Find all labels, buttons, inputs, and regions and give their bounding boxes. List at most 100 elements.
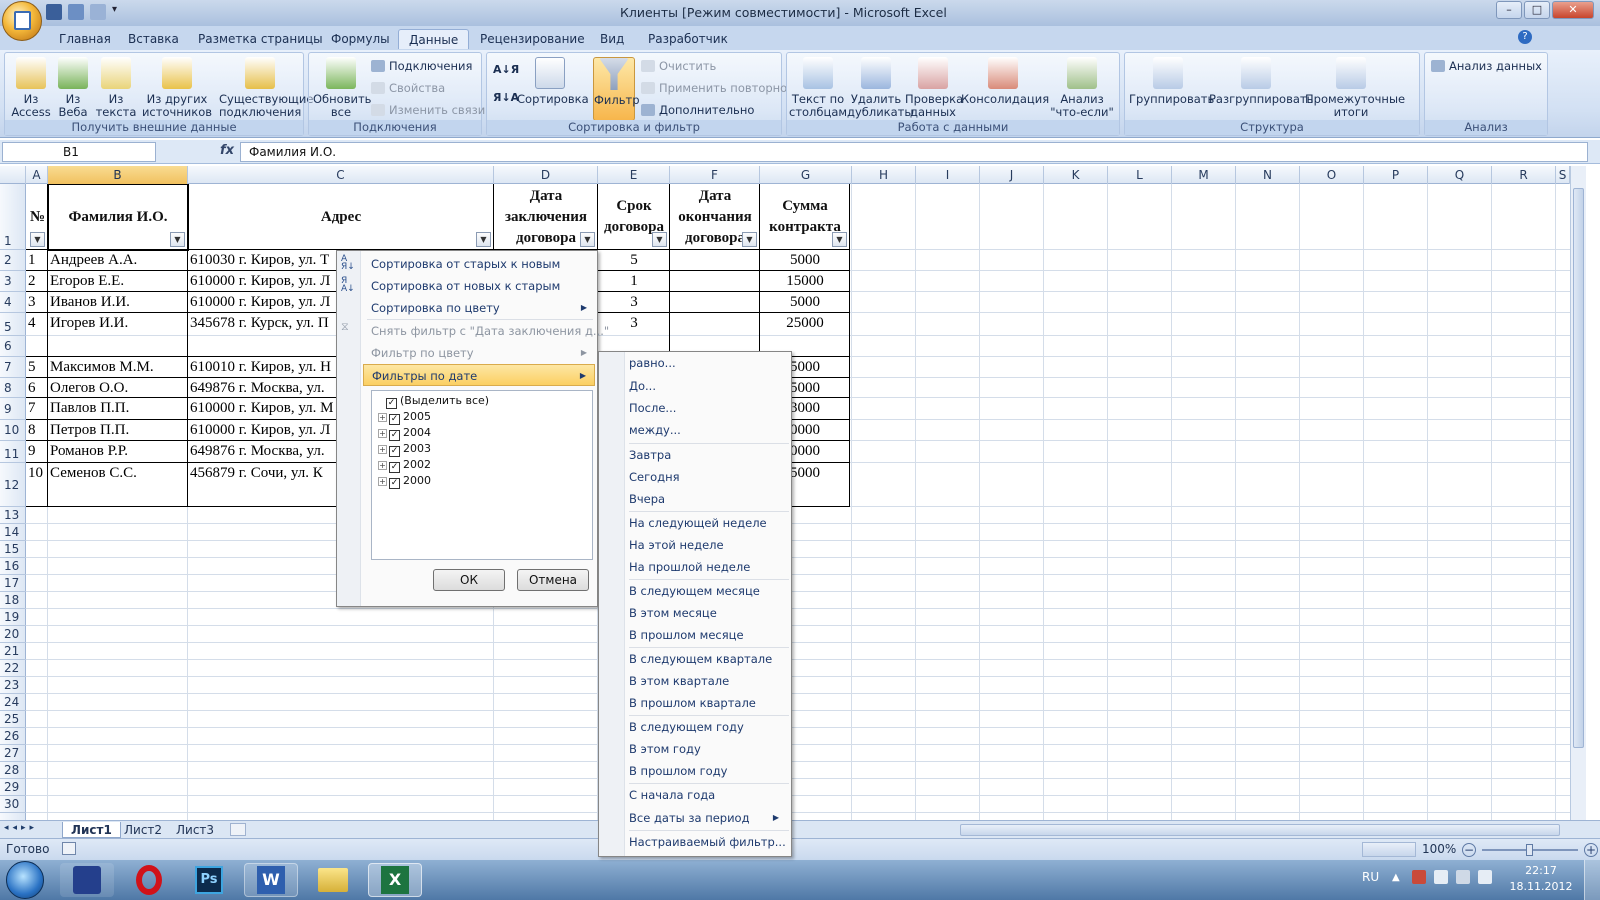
cell-name[interactable]: Андреев А.А. (50, 252, 137, 269)
column-header[interactable]: D (494, 166, 598, 184)
tab-formulas[interactable]: Формулы (331, 29, 390, 49)
column-header[interactable]: S (1556, 166, 1570, 184)
sheet-tab-2[interactable]: Лист2 (116, 822, 170, 838)
scroll-thumb[interactable] (1573, 188, 1584, 748)
cell-num[interactable]: 5 (28, 359, 36, 376)
clear-button[interactable]: Очистить (641, 59, 716, 73)
opera-icon[interactable] (122, 863, 176, 897)
column-header[interactable]: K (1044, 166, 1108, 184)
cell-sum[interactable]: 15000 (760, 273, 850, 290)
filter-by-color[interactable]: Фильтр по цвету ▶ (363, 342, 595, 364)
from-web-button[interactable]: Из Веба (53, 57, 93, 119)
cell-num[interactable]: 3 (28, 294, 36, 311)
cell-addr[interactable]: 649876 г. Москва, ул. (190, 380, 325, 397)
from-access-button[interactable]: Из Access (9, 57, 53, 119)
row-header[interactable]: 6 (0, 336, 26, 357)
name-box[interactable]: B1 (2, 142, 156, 162)
column-header[interactable]: C (188, 166, 494, 184)
date-filter-item[interactable]: равно... (629, 354, 789, 372)
customize-qat-icon[interactable]: ▾ (112, 4, 122, 20)
clock-date[interactable]: 18.11.2012 (1508, 880, 1574, 893)
cell-addr[interactable]: 610000 г. Киров, ул. Л (190, 273, 330, 290)
cell-name[interactable]: Петров П.П. (50, 422, 129, 439)
filter-dropdown-button[interactable]: ▼ (652, 232, 667, 247)
row-header[interactable]: 11 (0, 441, 26, 463)
row-header[interactable]: 16 (0, 558, 26, 575)
cell-name[interactable]: Семенов С.С. (50, 465, 137, 482)
save-icon[interactable] (46, 4, 62, 20)
refresh-all-button[interactable]: Обновить все (313, 57, 371, 119)
date-filter-item[interactable]: Настраиваемый фильтр... (629, 833, 789, 851)
row-header[interactable]: 15 (0, 541, 26, 558)
zoom-level[interactable]: 100% (1422, 842, 1456, 856)
cell-sum[interactable]: 5000 (760, 294, 850, 311)
select-all-item[interactable]: ✓ (Выделить все) (386, 393, 489, 409)
row-header[interactable]: 7 (0, 357, 26, 378)
cell-addr[interactable]: 610010 г. Киров, ул. Н (190, 359, 331, 376)
cell-term[interactable]: 1 (598, 273, 670, 290)
edit-links-button[interactable]: Изменить связи (371, 103, 485, 117)
vertical-scrollbar[interactable] (1570, 166, 1586, 820)
filter-button[interactable]: Фильтр (593, 57, 640, 121)
column-header[interactable]: B (48, 166, 188, 184)
cell-name[interactable]: Игорев И.И. (50, 315, 128, 332)
volume-muted-icon[interactable] (1478, 870, 1492, 884)
date-filter-item[interactable]: В прошлом месяце (629, 626, 789, 644)
column-header[interactable]: G (760, 166, 852, 184)
column-header[interactable]: E (598, 166, 670, 184)
row-header[interactable]: 21 (0, 643, 26, 660)
sort-az-icon[interactable]: А↓Я (493, 63, 519, 77)
column-header[interactable]: I (916, 166, 980, 184)
cell-name[interactable]: Максимов М.М. (50, 359, 154, 376)
row-header[interactable]: 29 (0, 779, 26, 796)
row-header[interactable]: 30 (0, 796, 26, 813)
row-header[interactable]: 13 (0, 507, 26, 524)
what-if-button[interactable]: Анализ "что-если" (1049, 57, 1115, 119)
row-header[interactable]: 9 (0, 398, 26, 420)
column-header[interactable]: A (26, 166, 48, 184)
row-header[interactable]: 19 (0, 609, 26, 626)
row-header[interactable]: 10 (0, 420, 26, 441)
year-item[interactable]: + ✓ 2002 (378, 457, 431, 473)
date-filter-item[interactable]: В следующем квартале (629, 650, 789, 668)
date-filter-item[interactable]: Все даты за период ▶ (629, 809, 789, 827)
cell-num[interactable]: 1 (28, 252, 36, 269)
printer-icon[interactable] (1434, 870, 1448, 884)
row-header[interactable]: 23 (0, 677, 26, 694)
cell-num[interactable]: 7 (28, 400, 36, 417)
start-button[interactable] (6, 861, 44, 899)
checkbox-icon[interactable]: ✓ (389, 446, 400, 457)
zoom-slider-thumb[interactable] (1526, 844, 1533, 856)
cell-addr[interactable]: 610000 г. Киров, ул. Л (190, 422, 330, 439)
filter-dropdown-button[interactable]: ▼ (832, 232, 847, 247)
date-filter-item[interactable]: В этом месяце (629, 604, 789, 622)
row-header[interactable]: 20 (0, 626, 26, 643)
row-header[interactable]: 3 (0, 271, 26, 292)
column-header[interactable]: M (1172, 166, 1236, 184)
excel-taskbar-icon[interactable]: X (368, 863, 422, 897)
cell-sum[interactable]: 25000 (760, 315, 850, 332)
existing-connections-button[interactable]: Существующие подключения (219, 57, 313, 119)
clear-filter-item[interactable]: Снять фильтр с "Дата заключения д..." (363, 320, 609, 342)
year-item[interactable]: + ✓ 2000 (378, 473, 431, 489)
word-icon[interactable]: W (244, 863, 298, 897)
expand-icon[interactable]: + (378, 429, 387, 438)
help-icon[interactable]: ? (1518, 30, 1532, 44)
properties-button[interactable]: Свойства (371, 81, 445, 95)
checkbox-icon[interactable]: ✓ (386, 398, 397, 409)
ungroup-button[interactable]: Разгруппировать (1209, 57, 1313, 106)
explorer-icon[interactable] (306, 863, 360, 897)
cell-addr[interactable]: 610030 г. Киров, ул. Т (190, 252, 329, 269)
cancel-button[interactable]: Отмена (517, 569, 589, 591)
column-header[interactable]: O (1300, 166, 1364, 184)
data-validation-button[interactable]: Проверка данных (905, 57, 963, 119)
action-center-icon[interactable] (1412, 870, 1426, 884)
from-other-sources-button[interactable]: Из других источников (139, 57, 215, 119)
expand-icon[interactable]: + (378, 445, 387, 454)
filter-dropdown-button[interactable]: ▼ (170, 232, 185, 247)
row-header[interactable]: 25 (0, 711, 26, 728)
cell-name[interactable]: Егоров Е.Е. (50, 273, 124, 290)
undo-icon[interactable] (68, 4, 84, 20)
cell-num[interactable]: 9 (28, 443, 36, 460)
checkbox-icon[interactable]: ✓ (389, 462, 400, 473)
